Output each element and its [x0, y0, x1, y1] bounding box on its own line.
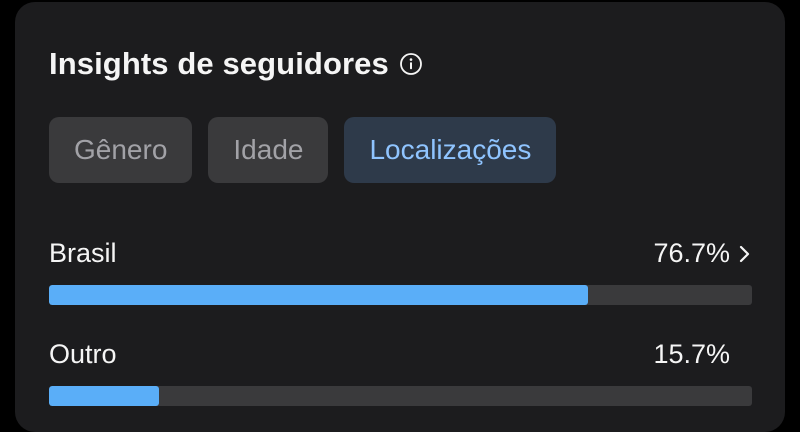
chevron-right-icon[interactable] [738, 244, 752, 264]
insight-tabs: Gênero Idade Localizações [49, 117, 557, 183]
progress-fill [49, 386, 160, 406]
location-percentage: 15.7% [653, 339, 730, 370]
location-percentage: 76.7% [653, 238, 750, 269]
tab-gender-label: Gênero [74, 134, 168, 165]
card-header: Insights de seguidores [49, 46, 423, 82]
tab-locations[interactable]: Localizações [344, 117, 557, 183]
info-icon[interactable] [399, 52, 423, 76]
location-percentage-text: 15.7% [653, 339, 730, 369]
follower-insights-card: Insights de seguidores Gênero Idade Loca… [15, 2, 785, 432]
progress-fill [49, 285, 589, 305]
card-title: Insights de seguidores [49, 46, 389, 81]
location-percentage-text: 76.7% [653, 238, 730, 268]
tab-age[interactable]: Idade [208, 117, 329, 183]
tab-gender[interactable]: Gênero [49, 117, 193, 183]
location-name: Outro [49, 339, 117, 369]
location-name: Brasil [49, 238, 117, 268]
tab-locations-label: Localizações [369, 134, 532, 165]
progress-track [49, 386, 752, 406]
tab-age-label: Idade [233, 134, 304, 165]
progress-track [49, 285, 752, 305]
location-row-outro: Outro 15.7% [49, 335, 752, 415]
location-row-brasil[interactable]: Brasil 76.7% [49, 234, 752, 314]
